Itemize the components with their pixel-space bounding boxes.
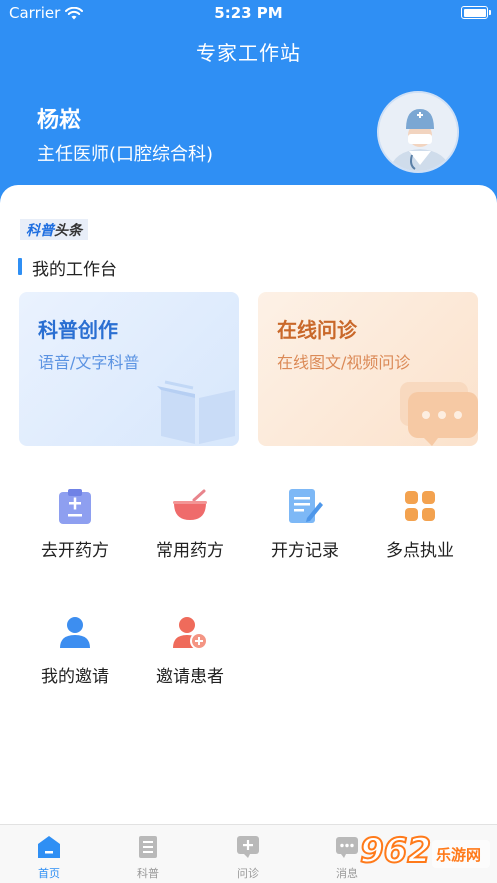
- svg-text:962: 962: [360, 831, 431, 871]
- grid-label: 我的邀请: [41, 667, 109, 687]
- kepu-logo-part1: 科普: [26, 222, 54, 239]
- card-online-consult[interactable]: 在线问诊 在线图文/视频问诊: [258, 292, 478, 446]
- section-marker: [18, 258, 22, 275]
- grid-item-common-prescriptions[interactable]: 常用药方: [134, 488, 246, 568]
- home-icon: [38, 836, 60, 858]
- add-user-icon: [173, 617, 208, 650]
- page-title: 专家工作站: [196, 41, 301, 65]
- record-icon: [289, 489, 323, 523]
- card-kepu-creation[interactable]: 科普创作 语音/文字科普: [19, 292, 239, 446]
- message-icon: [336, 837, 358, 858]
- user-icon: [60, 617, 90, 648]
- grid-label: 去开药方: [41, 541, 109, 561]
- header: Carrier 5:23 PM 专家工作站 杨崧 主任医师(口腔综合科): [0, 0, 497, 205]
- tab-label: 问诊: [237, 867, 259, 880]
- grid-label: 常用药方: [156, 541, 224, 561]
- status-bar: Carrier 5:23 PM: [0, 0, 497, 26]
- card-title: 科普创作: [38, 318, 118, 342]
- status-time: 5:23 PM: [214, 4, 283, 22]
- avatar[interactable]: [377, 91, 459, 173]
- section-title: 我的工作台: [32, 260, 117, 280]
- watermark-site: 乐游网: [436, 846, 481, 864]
- medicine-bowl-icon: [173, 489, 207, 520]
- apps-icon: [405, 491, 435, 521]
- battery-icon: [461, 6, 491, 19]
- card-subtitle: 语音/文字科普: [38, 353, 140, 372]
- grid-item-invite-patients[interactable]: 邀请患者: [134, 614, 246, 694]
- doctor-avatar-icon: [379, 93, 457, 171]
- grid-label: 开方记录: [271, 541, 339, 561]
- kepu-toutiao-logo[interactable]: 科普 头条: [20, 219, 88, 240]
- card-title: 在线问诊: [277, 318, 357, 342]
- doctor-name: 杨崧: [37, 108, 82, 133]
- grid-label: 邀请患者: [156, 667, 224, 687]
- kepu-logo-part2: 头条: [54, 222, 82, 239]
- prescription-icon: [59, 489, 91, 524]
- chat-bubble-icon: [400, 382, 478, 446]
- grid-label: 多点执业: [386, 541, 454, 561]
- tab-kepu[interactable]: 科普: [118, 835, 178, 881]
- tab-label: 科普: [137, 867, 159, 880]
- tab-consult[interactable]: 问诊: [218, 835, 278, 881]
- article-icon: [139, 836, 157, 858]
- book-icon: [157, 380, 235, 444]
- doctor-title: 主任医师(口腔综合科): [37, 144, 214, 165]
- watermark-logo: 962 乐游网: [358, 826, 494, 880]
- tab-label: 首页: [38, 867, 60, 880]
- grid-item-prescription-records[interactable]: 开方记录: [249, 488, 361, 568]
- grid-item-multi-practice[interactable]: 多点执业: [364, 488, 476, 568]
- grid-item-my-invitations[interactable]: 我的邀请: [19, 614, 131, 694]
- consult-icon: [237, 836, 259, 858]
- tab-home[interactable]: 首页: [19, 835, 79, 881]
- card-subtitle: 在线图文/视频问诊: [277, 353, 411, 372]
- grid-item-prescribe[interactable]: 去开药方: [19, 488, 131, 568]
